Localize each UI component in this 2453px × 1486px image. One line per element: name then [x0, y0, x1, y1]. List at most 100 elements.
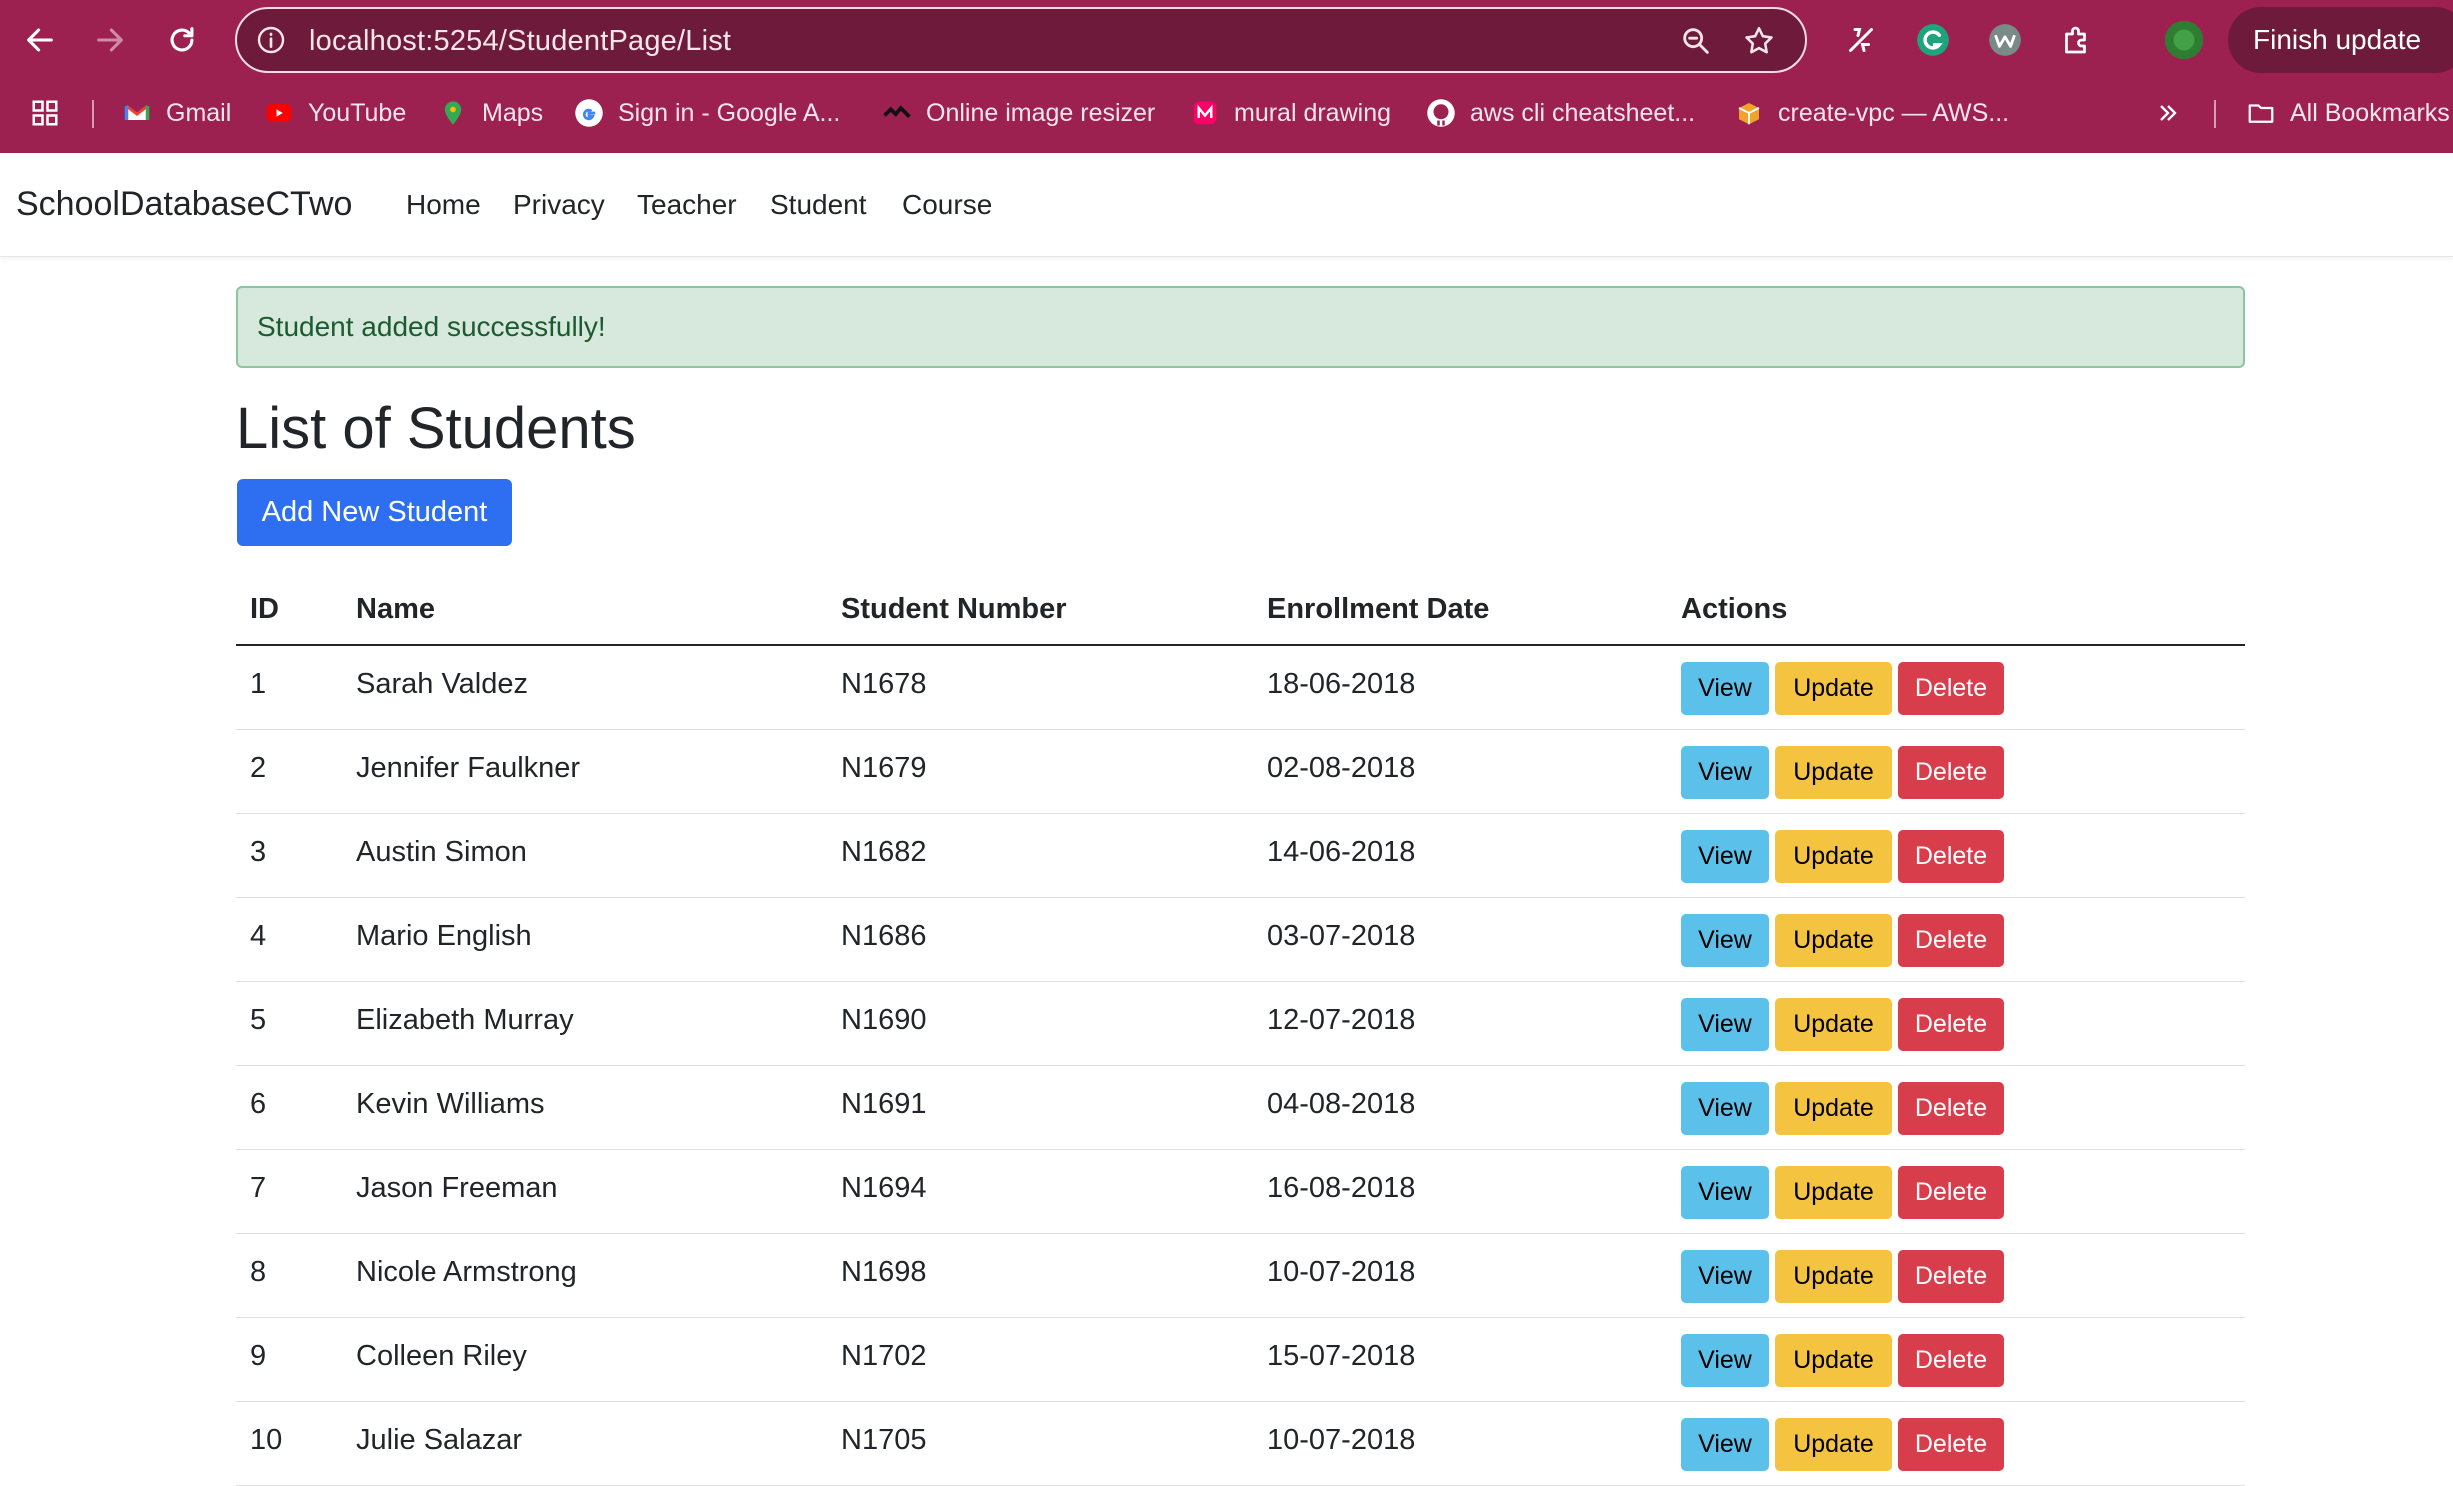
extension-w-icon[interactable] [1984, 19, 2026, 61]
app-navbar: SchoolDatabaseCTwo Home Privacy Teacher … [0, 153, 2453, 257]
bookmark-google-signin[interactable]: Sign in - Google A... [574, 88, 840, 138]
chevron-double-right-icon [2160, 105, 2177, 121]
bookmark-image-resizer[interactable]: Online image resizer [882, 88, 1155, 138]
update-button[interactable]: Update [1775, 1082, 1892, 1135]
profile-avatar[interactable] [2163, 19, 2205, 61]
update-button[interactable]: Update [1775, 1418, 1892, 1471]
all-bookmarks-label: All Bookmarks [2290, 98, 2450, 127]
more-bookmarks-button[interactable] [2154, 88, 2182, 138]
cell-id: 1 [250, 668, 267, 700]
star-icon[interactable] [1742, 24, 1776, 58]
cell-enrollment-date: 04-08-2018 [1267, 1088, 1416, 1120]
extension-1-icon[interactable] [1840, 19, 1882, 61]
cell-id: 7 [250, 1172, 267, 1204]
cell-id: 4 [250, 920, 267, 952]
nav-home[interactable]: Home [406, 189, 481, 221]
bookmark-create-vpc[interactable]: create-vpc — AWS... [1734, 88, 2009, 138]
bookmark-youtube[interactable]: YouTube [264, 88, 406, 138]
cell-student-number: N1702 [841, 1340, 927, 1372]
gmail-icon [122, 98, 152, 128]
add-student-button[interactable]: Add New Student [237, 479, 512, 546]
apps-grid-icon [32, 100, 58, 126]
cell-id: 3 [250, 836, 267, 868]
bookmark-label: Maps [482, 98, 544, 127]
arrow-right-icon [97, 28, 123, 52]
delete-button[interactable]: Delete [1898, 746, 2004, 799]
zoom-icon[interactable] [1679, 24, 1713, 58]
view-button[interactable]: View [1681, 830, 1769, 883]
delete-button[interactable]: Delete [1898, 1166, 2004, 1219]
bookmark-gmail[interactable]: Gmail [122, 88, 231, 138]
bookmark-label: aws cli cheatsheet... [1470, 98, 1696, 127]
delete-button[interactable]: Delete [1898, 662, 2004, 715]
apps-button[interactable] [30, 88, 60, 138]
update-button[interactable]: Update [1775, 662, 1892, 715]
bookmarks-bar: Gmail YouTube Maps Sign in - Google A...… [0, 88, 2453, 138]
view-button[interactable]: View [1681, 746, 1769, 799]
cell-enrollment-date: 15-07-2018 [1267, 1340, 1416, 1372]
arrow-left-icon [27, 28, 53, 52]
update-button[interactable]: Update [1775, 1250, 1892, 1303]
url-text: localhost:5254/StudentPage/List [309, 25, 732, 57]
cell-name: Nicole Armstrong [356, 1256, 577, 1288]
browser-chrome: localhost:5254/StudentPage/List Finish u… [0, 0, 2453, 153]
view-button[interactable]: View [1681, 1334, 1769, 1387]
update-button[interactable]: Update [1775, 746, 1892, 799]
bookmark-mural[interactable]: mural drawing [1190, 88, 1391, 138]
cell-name: Colleen Riley [356, 1340, 527, 1372]
cell-id: 9 [250, 1340, 267, 1372]
nav-course[interactable]: Course [902, 189, 992, 221]
delete-button[interactable]: Delete [1898, 1082, 2004, 1135]
success-alert: Student added successfully! [236, 286, 2245, 368]
reload-button[interactable] [156, 14, 208, 66]
delete-button[interactable]: Delete [1898, 998, 2004, 1051]
delete-button[interactable]: Delete [1898, 914, 2004, 967]
forward-button[interactable] [84, 14, 136, 66]
update-button[interactable]: Update [1775, 998, 1892, 1051]
site-info-icon[interactable] [255, 24, 287, 56]
view-button[interactable]: View [1681, 1418, 1769, 1471]
view-button[interactable]: View [1681, 998, 1769, 1051]
back-button[interactable] [14, 14, 66, 66]
view-button[interactable]: View [1681, 1082, 1769, 1135]
puzzle-icon[interactable] [2056, 19, 2098, 61]
view-button[interactable]: View [1681, 1250, 1769, 1303]
grammarly-icon[interactable] [1912, 19, 1954, 61]
cell-enrollment-date: 02-08-2018 [1267, 752, 1416, 784]
bookmarks-divider [2214, 100, 2216, 128]
all-bookmarks-button[interactable]: All Bookmarks [2246, 88, 2450, 138]
cell-id: 2 [250, 752, 267, 784]
bookmark-aws-cli[interactable]: aws cli cheatsheet... [1426, 88, 1695, 138]
view-button[interactable]: View [1681, 662, 1769, 715]
finish-update-button[interactable]: Finish update [2228, 7, 2453, 73]
cell-id: 5 [250, 1004, 267, 1036]
address-bar[interactable]: localhost:5254/StudentPage/List [235, 7, 1807, 73]
column-header-student-number: Student Number [841, 593, 1067, 625]
cell-enrollment-date: 10-07-2018 [1267, 1424, 1416, 1456]
update-button[interactable]: Update [1775, 1334, 1892, 1387]
update-button[interactable]: Update [1775, 830, 1892, 883]
table-row: 5 Elizabeth Murray N1690 12-07-2018 View Upda… [236, 982, 2245, 1066]
bookmark-maps[interactable]: Maps [438, 88, 543, 138]
delete-button[interactable]: Delete [1898, 1250, 2004, 1303]
table-row: 9 Colleen Riley N1702 15-07-2018 View Update D… [236, 1318, 2245, 1402]
nav-privacy[interactable]: Privacy [513, 189, 605, 221]
delete-button[interactable]: Delete [1898, 830, 2004, 883]
alert-message: Student added successfully! [257, 311, 606, 342]
brand-link[interactable]: SchoolDatabaseCTwo [16, 185, 352, 224]
view-button[interactable]: View [1681, 914, 1769, 967]
update-button[interactable]: Update [1775, 914, 1892, 967]
delete-button[interactable]: Delete [1898, 1418, 2004, 1471]
cell-enrollment-date: 03-07-2018 [1267, 920, 1416, 952]
nav-teacher[interactable]: Teacher [637, 189, 737, 221]
cell-student-number: N1678 [841, 668, 927, 700]
update-button[interactable]: Update [1775, 1166, 1892, 1219]
cell-enrollment-date: 12-07-2018 [1267, 1004, 1416, 1036]
view-button[interactable]: View [1681, 1166, 1769, 1219]
delete-button[interactable]: Delete [1898, 1334, 2004, 1387]
add-student-label: Add New Student [261, 496, 488, 528]
cell-student-number: N1690 [841, 1004, 927, 1036]
maps-icon [438, 98, 468, 128]
bookmark-label: Gmail [166, 98, 232, 127]
nav-student[interactable]: Student [770, 189, 867, 221]
